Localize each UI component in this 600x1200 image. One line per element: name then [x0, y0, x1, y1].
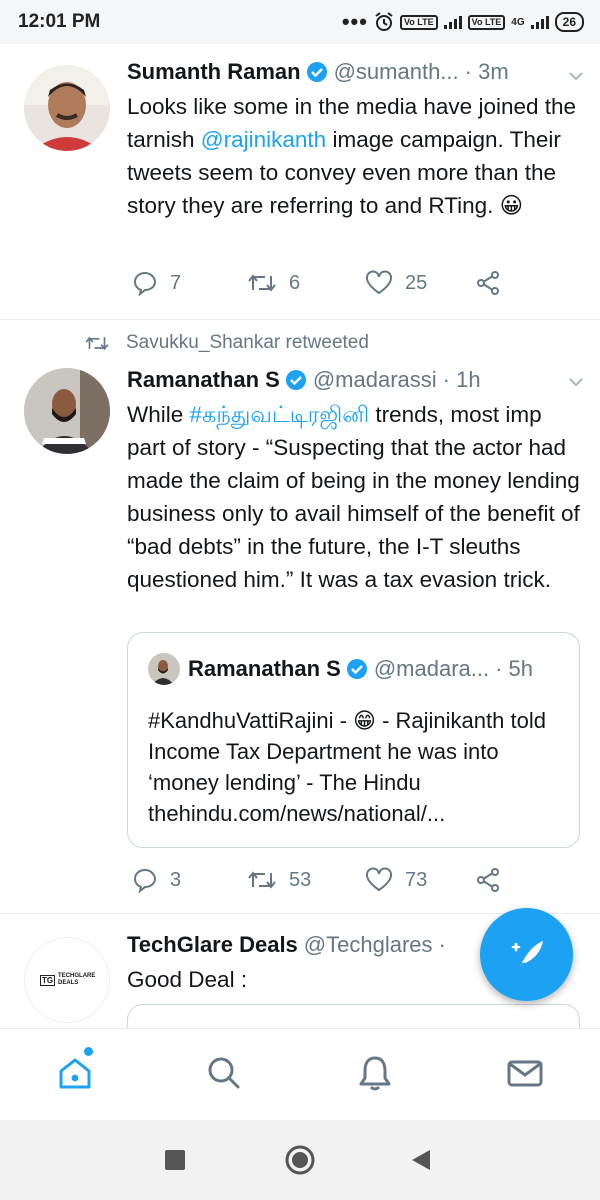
tweet-text-part: trends, most imp part of story - “Suspec… [127, 402, 580, 592]
quoted-tweet-text: #KandhuVattiRajini - 😁 - Rajinikanth tol… [148, 708, 546, 826]
retweeted-by-row: Savukku_Shankar retweeted [84, 332, 369, 354]
timeline-feed[interactable]: Sumanth Raman @sumanth... · 3m Looks lik… [0, 44, 600, 1028]
battery-indicator: 26 [554, 12, 584, 32]
quoted-display-name: Ramanathan S [188, 656, 341, 681]
volte-1-badge: Vo LTE [399, 14, 438, 30]
messages-icon[interactable] [505, 1053, 545, 1093]
like-icon [366, 270, 392, 295]
retweet-icon [248, 871, 276, 889]
share-button[interactable] [475, 270, 501, 296]
user-handle[interactable]: @sumanth... [334, 59, 459, 85]
signal-1-icon [443, 15, 462, 29]
reply-icon [133, 271, 157, 296]
avatar[interactable] [24, 368, 110, 454]
tweet-text: While #கந்துவட்டிரஜினி trends, most imp … [127, 398, 584, 596]
quoted-tweet-header: Ramanathan S @madara... · 5h [148, 653, 533, 685]
user-handle[interactable]: @madarassi [313, 367, 437, 393]
retweet-count: 6 [289, 271, 301, 294]
tweet-actions-ramanathan: 3 53 73 [132, 867, 512, 893]
back-button[interactable] [410, 1148, 432, 1172]
avatar-logo-mark: TG [39, 974, 56, 986]
avatar[interactable]: TG TECHGLARE DEALS [24, 937, 110, 1023]
home-nav-button[interactable] [284, 1144, 316, 1176]
network-type-label: 4G [511, 16, 525, 28]
retweet-icon [85, 336, 109, 351]
verified-icon [306, 61, 328, 83]
alarm-icon [375, 12, 393, 31]
quoted-user-handle: @madara... [373, 656, 490, 681]
status-bar: 12:01 PM ••• Vo LTE Vo LTE 4G 26 [0, 0, 600, 44]
retweeted-by-label[interactable]: Savukku_Shankar retweeted [126, 332, 369, 354]
share-icon [477, 271, 499, 295]
mention-link[interactable]: @rajinikanth [201, 127, 326, 152]
more-notifications-icon: ••• [341, 9, 368, 34]
avatar[interactable] [24, 65, 110, 151]
display-name[interactable]: Sumanth Raman [127, 59, 301, 85]
caret-down-icon[interactable] [568, 68, 584, 84]
display-name[interactable]: TechGlare Deals [127, 932, 298, 958]
volte-2-badge: Vo LTE [467, 14, 506, 30]
reply-button[interactable]: 7 [132, 270, 247, 296]
verified-icon [346, 658, 368, 680]
retweet-button[interactable]: 6 [247, 270, 365, 296]
user-handle[interactable]: @Techglares [304, 932, 433, 958]
home-notification-dot [84, 1047, 93, 1056]
avatar-logo-text: TECHGLARE DEALS [58, 973, 96, 986]
like-button[interactable]: 73 [365, 867, 475, 893]
tweet-text-part: While [127, 402, 190, 427]
search-icon[interactable] [204, 1053, 244, 1093]
retweet-button[interactable]: 53 [247, 867, 365, 893]
tweet-timestamp: · 1h [442, 367, 481, 392]
retweet-icon [248, 274, 276, 292]
notifications-icon[interactable] [355, 1053, 395, 1093]
reply-count: 3 [170, 868, 182, 891]
signal-2-icon [530, 15, 549, 29]
tweet-timestamp: · 3m [464, 59, 509, 84]
like-button[interactable]: 25 [365, 270, 475, 296]
reply-count: 7 [170, 271, 182, 294]
system-navigation-bar [0, 1120, 600, 1200]
quoted-tweet-card[interactable]: Ramanathan S @madara... · 5h #KandhuVatt… [127, 632, 580, 848]
like-count: 25 [405, 271, 428, 294]
tweet-header: Ramanathan S @madarassi · 1h [127, 364, 584, 396]
reply-icon [133, 868, 157, 893]
caret-down-icon[interactable] [568, 374, 584, 390]
tweet-actions-sumanth: 7 6 25 [132, 270, 512, 296]
tweet-header: Sumanth Raman @sumanth... · 3m [127, 56, 584, 88]
status-time: 12:01 PM [18, 11, 101, 32]
reply-button[interactable]: 3 [132, 867, 247, 893]
verified-icon [285, 369, 307, 391]
bottom-tab-bar [0, 1028, 600, 1120]
quoted-timestamp: · 5h [495, 656, 534, 681]
hashtag-link[interactable]: #கந்துவட்டிரஜினி [190, 402, 370, 427]
share-icon [477, 868, 499, 892]
recents-button[interactable] [165, 1150, 185, 1170]
attached-card[interactable] [127, 1004, 580, 1028]
like-count: 73 [405, 868, 428, 891]
quoted-avatar [148, 653, 180, 685]
like-icon [366, 867, 392, 892]
tweet-timestamp: · [438, 932, 446, 957]
tweet-text: Looks like some in the media have joined… [127, 90, 584, 222]
compose-tweet-icon [511, 940, 543, 969]
compose-tweet-button[interactable] [480, 908, 573, 1001]
status-icons: ••• Vo LTE Vo LTE 4G 26 [341, 9, 584, 34]
retweet-count: 53 [289, 868, 312, 891]
share-button[interactable] [475, 867, 501, 893]
display-name[interactable]: Ramanathan S [127, 367, 280, 393]
home-icon[interactable] [55, 1053, 95, 1093]
